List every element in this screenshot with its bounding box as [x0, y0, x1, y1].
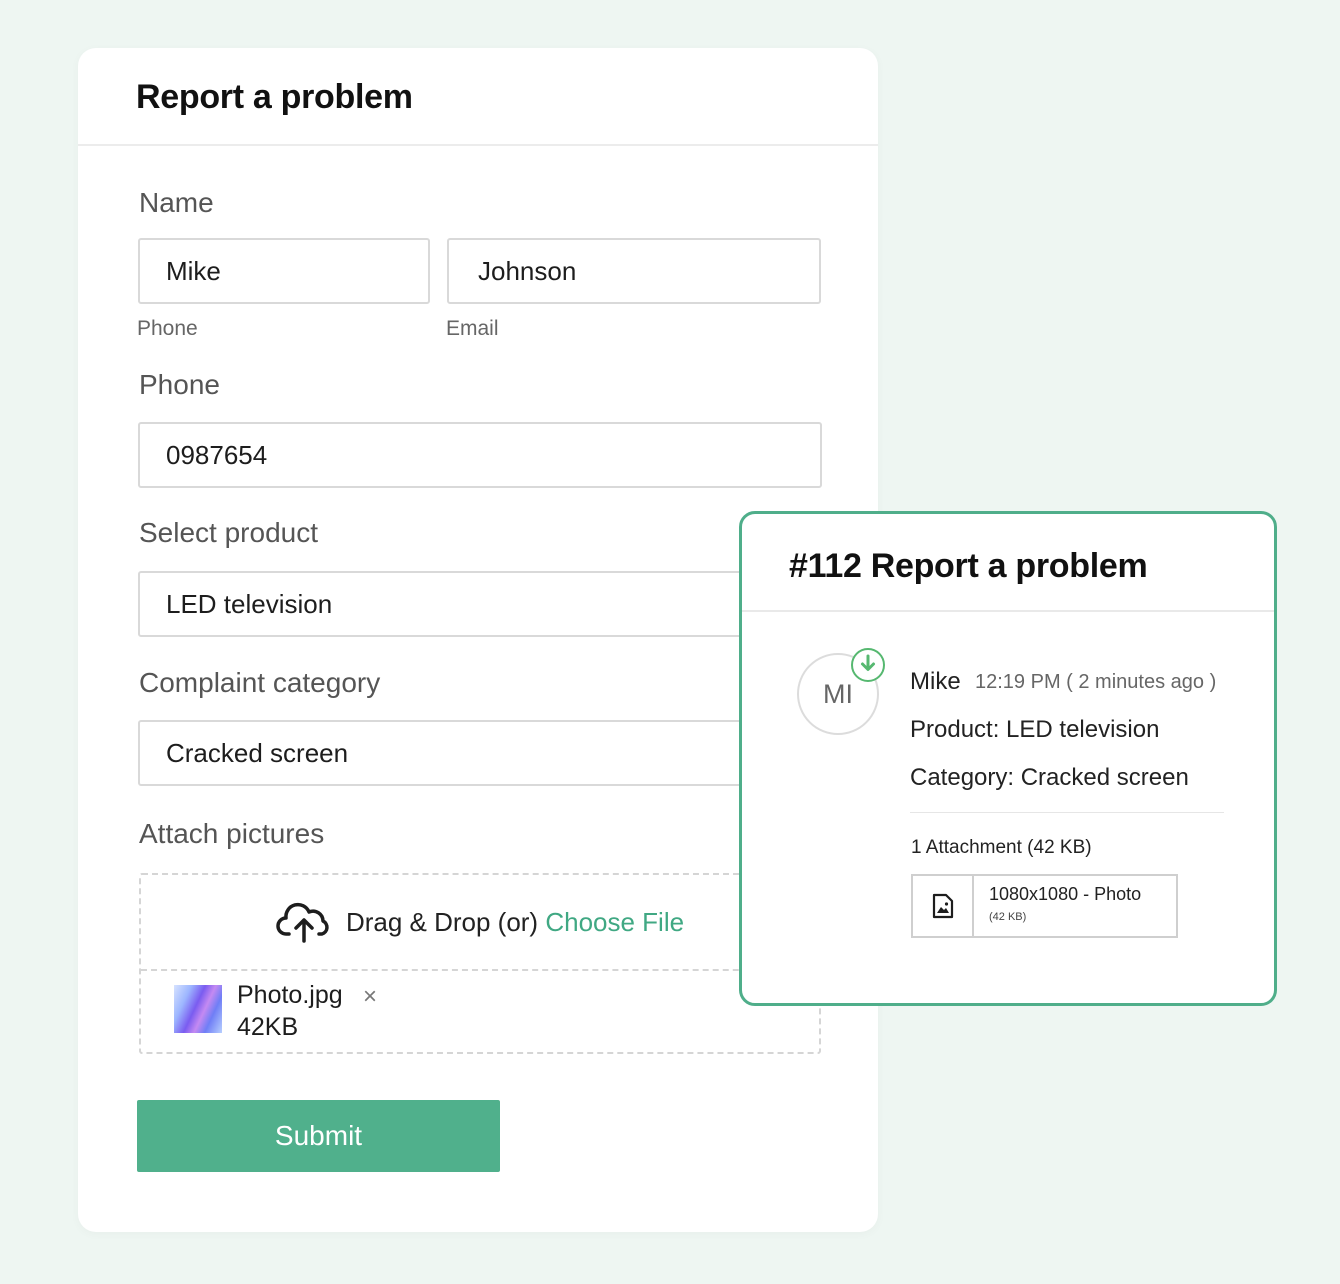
divider: [910, 812, 1224, 813]
attached-file: Photo.jpg × 42KB: [141, 971, 819, 1054]
submit-button[interactable]: Submit: [137, 1100, 500, 1172]
product-select[interactable]: LED television: [138, 571, 822, 637]
ticket-card: #112 Report a problem MI Mike 12:19 PM (…: [739, 511, 1277, 1006]
last-name-sublabel: Email: [446, 317, 499, 340]
status-arrow-icon: [861, 654, 875, 671]
attachment-size: (42 KB): [989, 911, 1027, 923]
file-size: 42KB: [237, 1013, 299, 1041]
ticket-header: #112 Report a problem: [742, 514, 1274, 612]
phone-input[interactable]: 0987654: [138, 422, 822, 488]
ticket-category: Category: Cracked screen: [910, 764, 1189, 791]
attachment-summary: 1 Attachment (42 KB): [911, 837, 1092, 858]
close-icon[interactable]: ×: [363, 983, 377, 1011]
file-thumbnail: [174, 985, 222, 1033]
file-dropzone[interactable]: Drag & Drop (or) Choose File Photo.jpg ×…: [139, 873, 821, 1054]
attachment-icon-cell: [913, 876, 974, 936]
attachment-name: 1080x1080 - Photo: [989, 884, 1142, 904]
cloud-upload-icon: [276, 902, 329, 943]
phone-label: Phone: [139, 369, 220, 400]
ticket-product: Product: LED television: [910, 716, 1160, 743]
category-select[interactable]: Cracked screen: [138, 720, 822, 786]
choose-file-link[interactable]: Choose File: [545, 907, 684, 938]
form-header: Report a problem: [78, 48, 878, 146]
attachment-item[interactable]: 1080x1080 - Photo (42 KB): [911, 874, 1178, 938]
name-label: Name: [139, 187, 214, 218]
form-title: Report a problem: [136, 78, 413, 116]
ticket-time: 12:19 PM ( 2 minutes ago ): [975, 671, 1217, 693]
status-badge: [851, 648, 885, 682]
category-label: Complaint category: [139, 667, 381, 698]
image-file-icon: [932, 893, 953, 919]
drop-row[interactable]: Drag & Drop (or) Choose File: [141, 875, 819, 971]
attach-label: Attach pictures: [139, 818, 325, 849]
file-name: Photo.jpg: [237, 981, 343, 1009]
first-name-input[interactable]: Mike: [138, 238, 430, 304]
ticket-author: Mike: [910, 668, 961, 695]
product-label: Select product: [139, 517, 318, 548]
ticket-title: #112 Report a problem: [789, 547, 1148, 585]
drop-text: Drag & Drop (or): [345, 906, 539, 937]
last-name-input[interactable]: Johnson: [447, 238, 821, 304]
first-name-sublabel: Phone: [137, 317, 198, 340]
